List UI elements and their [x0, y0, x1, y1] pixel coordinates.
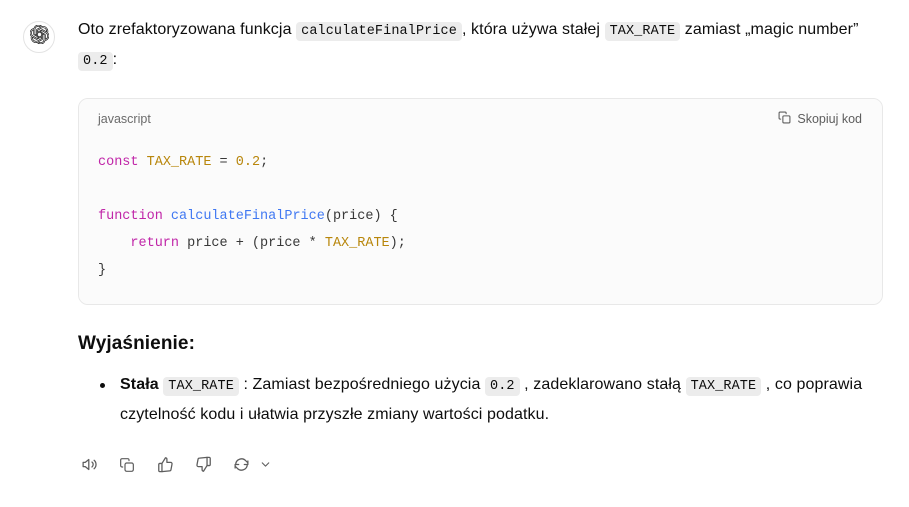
code-content[interactable]: const TAX_RATE = 0.2; function calculate… — [79, 133, 882, 304]
code-line: const TAX_RATE = 0.2; — [98, 155, 268, 170]
intro-paragraph: Oto zrefaktoryzowana funkcja calculateFi… — [78, 16, 878, 76]
code-block-header: javascript Skopiuj kod — [79, 99, 882, 133]
code-line: function calculateFinalPrice(price) { — [98, 209, 398, 224]
thumbs-down-icon — [195, 456, 212, 476]
inline-code-value: 0.2 — [485, 377, 520, 396]
message-action-bar — [74, 451, 878, 481]
avatar — [23, 21, 55, 53]
chatgpt-logo-icon — [29, 24, 49, 49]
regenerate-group — [226, 451, 274, 481]
code-token: TAX_RATE — [146, 155, 212, 170]
copy-code-button[interactable]: Skopiuj kod — [774, 109, 866, 129]
refresh-icon — [233, 456, 250, 476]
inline-code-magic-number: 0.2 — [78, 52, 113, 71]
intro-text-part3: zamiast „magic number” — [680, 21, 859, 38]
chevron-down-icon — [259, 458, 272, 474]
code-token: function — [98, 209, 163, 224]
intro-text-part1: Oto zrefaktoryzowana funkcja — [78, 21, 297, 38]
inline-code-tax-rate-1: TAX_RATE — [163, 377, 239, 396]
regenerate-dropdown[interactable] — [256, 451, 274, 481]
assistant-message: Oto zrefaktoryzowana funkcja calculateFi… — [0, 0, 909, 481]
copy-button[interactable] — [112, 451, 142, 481]
thumbs-up-icon — [157, 456, 174, 476]
bullet-text-2: , zadeklarowano stałą — [519, 376, 686, 393]
code-token: calculateFinalPrice — [170, 209, 325, 224]
copy-icon — [119, 457, 135, 476]
code-token: TAX_RATE — [324, 236, 390, 251]
message-content: Oto zrefaktoryzowana funkcja calculateFi… — [78, 16, 909, 481]
code-token: return — [130, 236, 180, 251]
intro-text-part4: : — [112, 51, 118, 68]
code-language-label: javascript — [98, 112, 151, 126]
thumbs-down-button[interactable] — [188, 451, 218, 481]
code-token: 0.2 — [235, 155, 261, 170]
code-line: return price + (price * TAX_RATE); — [98, 236, 406, 251]
thumbs-up-button[interactable] — [150, 451, 180, 481]
code-token: ); — [389, 236, 406, 251]
code-token: (price) { — [324, 209, 398, 224]
copy-code-label: Skopiuj kod — [797, 112, 862, 126]
list-item: Stała TAX_RATE : Zamiast bezpośredniego … — [100, 371, 878, 429]
inline-code-function-name: calculateFinalPrice — [296, 22, 462, 41]
bullet-text-1: : Zamiast bezpośredniego użycia — [238, 376, 486, 393]
code-token: price + (price * — [179, 236, 325, 251]
code-token: } — [98, 263, 107, 278]
code-line: } — [98, 263, 106, 278]
speaker-icon — [81, 456, 98, 476]
bullet-bold-label: Stała — [120, 376, 159, 393]
explanation-list: Stała TAX_RATE : Zamiast bezpośredniego … — [78, 371, 878, 429]
code-token: const — [98, 155, 139, 170]
code-token: = — [211, 155, 236, 170]
explanation-heading: Wyjaśnienie: — [78, 333, 195, 354]
intro-text-part2: , która używa stałej — [461, 21, 605, 38]
copy-icon — [778, 111, 791, 127]
inline-code-tax-rate: TAX_RATE — [604, 22, 681, 41]
code-token: ; — [260, 155, 269, 170]
inline-code-tax-rate-2: TAX_RATE — [685, 377, 762, 396]
code-block: javascript Skopiuj kod const TAX_RATE = … — [78, 98, 883, 305]
regenerate-button[interactable] — [226, 451, 256, 481]
avatar-column — [0, 16, 78, 481]
read-aloud-button[interactable] — [74, 451, 104, 481]
